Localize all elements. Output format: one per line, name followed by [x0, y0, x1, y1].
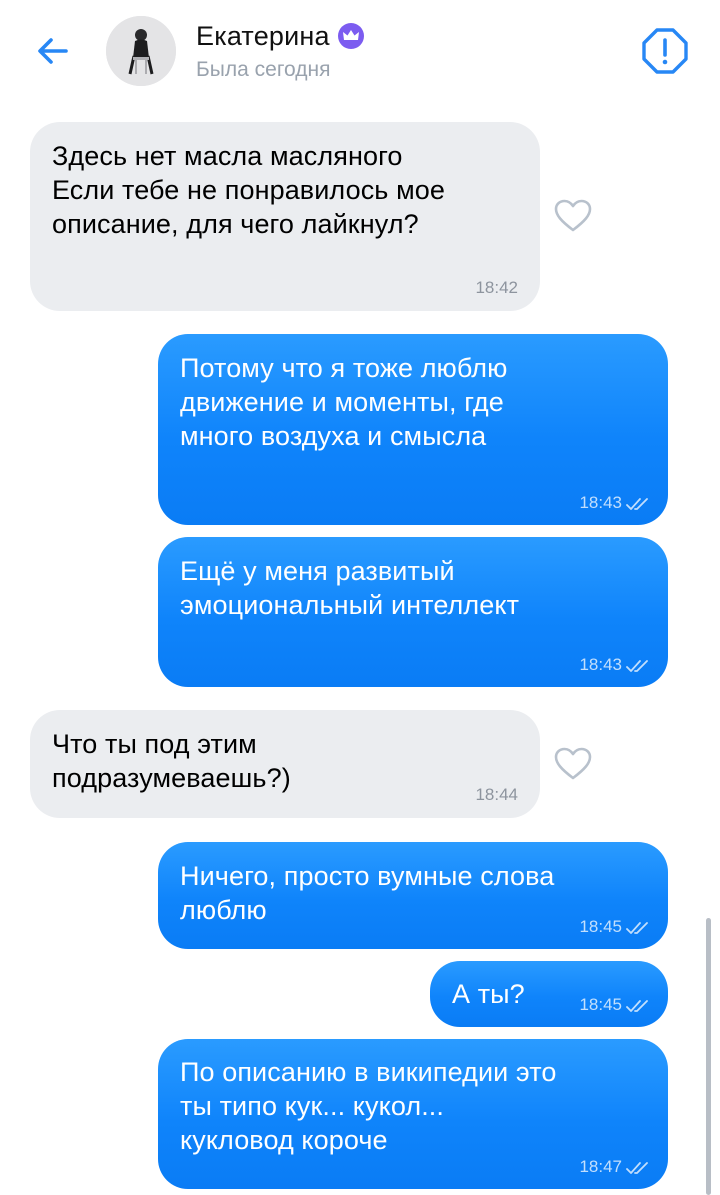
message-bubble-outgoing[interactable]: Ещё у меня развитый эмоциональный интелл… — [158, 537, 668, 687]
message-time-label: 18:45 — [579, 917, 622, 936]
message-time: 18:42 — [475, 278, 518, 297]
message-time: 18:43 — [579, 493, 652, 513]
message-time-label: 18:43 — [579, 655, 622, 674]
double-check-icon — [626, 659, 648, 672]
heart-outline-icon — [554, 199, 592, 232]
contact-name: Екатерина — [196, 20, 330, 51]
message-time: 18:45 — [579, 995, 652, 1015]
message-time-label: 18:43 — [579, 493, 622, 512]
message-bubble-outgoing[interactable]: А ты? 18:45 — [430, 961, 668, 1027]
message-text: Ещё у меня развитый эмоциональный интелл… — [180, 556, 520, 620]
message-bubble-outgoing[interactable]: Потому что я тоже люблю движение и момен… — [158, 334, 668, 525]
message-text: А ты? — [452, 979, 525, 1009]
heart-outline-icon — [554, 747, 592, 780]
message-bubble-outgoing[interactable]: По описанию в википедии это ты типо кук.… — [158, 1039, 668, 1189]
scrollbar[interactable] — [706, 918, 711, 1195]
message-text: Что ты под этим подразумеваешь?) — [52, 729, 291, 793]
message-time: 18:43 — [579, 655, 652, 675]
double-check-icon — [626, 999, 648, 1012]
message-time: 18:47 — [579, 1157, 652, 1177]
like-button[interactable] — [553, 198, 593, 234]
avatar-photo — [106, 16, 176, 86]
message-time: 18:44 — [475, 785, 518, 804]
contact-name-row[interactable]: Екатерина — [196, 18, 364, 54]
last-seen-status: Была сегодня — [196, 58, 331, 81]
message-text: По описанию в википедии это ты типо кук.… — [180, 1057, 557, 1155]
message-bubble-incoming[interactable]: Что ты под этим подразумеваешь?) 18:44 — [30, 710, 540, 818]
message-time: 18:45 — [579, 917, 652, 937]
arrow-left-icon — [38, 38, 68, 64]
message-time-label: 18:45 — [579, 995, 622, 1014]
report-button[interactable] — [640, 26, 690, 76]
double-check-icon — [626, 497, 648, 510]
message-text: Здесь нет масла масляного Если тебе не п… — [52, 141, 445, 239]
back-button[interactable] — [30, 28, 76, 74]
double-check-icon — [626, 921, 648, 934]
avatar[interactable] — [106, 16, 176, 86]
exclamation-octagon-icon — [642, 28, 688, 74]
message-text: Потому что я тоже люблю движение и момен… — [180, 353, 508, 451]
message-text: Ничего, просто вумные слова люблю — [180, 861, 555, 925]
message-bubble-outgoing[interactable]: Ничего, просто вумные слова люблю 18:45 — [158, 842, 668, 949]
like-button[interactable] — [553, 746, 593, 782]
message-bubble-incoming[interactable]: Здесь нет масла масляного Если тебе не п… — [30, 122, 540, 311]
double-check-icon — [626, 1161, 648, 1174]
crown-icon — [337, 23, 364, 49]
chat-header: Екатерина Была сегодня — [0, 0, 720, 110]
message-time-label: 18:47 — [579, 1157, 622, 1176]
